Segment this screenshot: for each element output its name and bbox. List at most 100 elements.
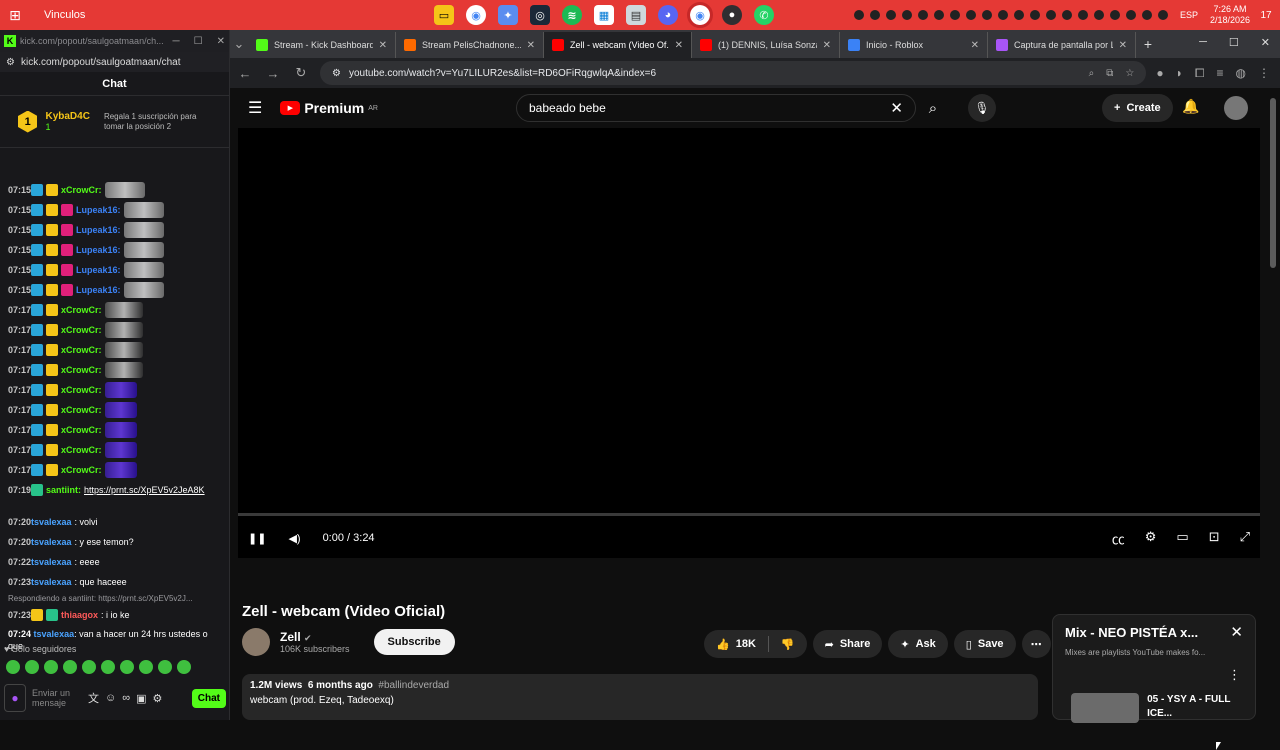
message-username[interactable]: xCrowCr: xyxy=(61,185,102,195)
message-username[interactable]: xCrowCr: xyxy=(61,325,102,335)
message-username[interactable]: xCrowCr: xyxy=(61,345,102,355)
gift-sub-prompt[interactable]: Regala 1 suscripción para tomar la posic… xyxy=(104,112,211,132)
emoji-icon[interactable]: ☺ xyxy=(105,692,116,704)
emote-icon[interactable] xyxy=(177,660,191,674)
obs-icon[interactable]: ● xyxy=(722,5,742,25)
mix-title[interactable]: Mix - NEO PISTÉA x... xyxy=(1065,625,1198,640)
message-username[interactable]: xCrowCr: xyxy=(61,445,102,455)
volume-icon[interactable]: ◀) xyxy=(288,532,300,545)
thumbs-down-icon[interactable]: 👎 xyxy=(781,638,795,651)
send-chat-button[interactable]: Chat xyxy=(191,688,226,708)
message-username[interactable]: xCrowCr: xyxy=(61,385,102,395)
tray-icon[interactable] xyxy=(1013,10,1024,20)
tray-icon[interactable] xyxy=(1061,10,1072,20)
close-tab-icon[interactable]: ✕ xyxy=(823,40,831,51)
emote-icon[interactable] xyxy=(158,660,172,674)
chat-input[interactable]: Enviar un mensaje xyxy=(32,688,82,708)
profile-avatar-icon[interactable]: ◍ xyxy=(1236,66,1246,81)
emote-icon[interactable] xyxy=(44,660,58,674)
channel-avatar[interactable] xyxy=(242,628,270,656)
site-settings-icon[interactable]: ⚙ xyxy=(6,57,15,68)
close-tab-icon[interactable]: ✕ xyxy=(971,40,979,51)
tray-icon[interactable] xyxy=(1141,10,1152,20)
captions-icon[interactable]: ㏄ xyxy=(1112,529,1125,548)
back-icon[interactable]: ← xyxy=(236,66,254,81)
settings-icon[interactable]: ⚙ xyxy=(152,692,162,705)
browser-tab[interactable]: Inicio - Roblox ✕ xyxy=(840,32,988,58)
tray-icon[interactable] xyxy=(965,10,976,20)
close-tab-icon[interactable]: ✕ xyxy=(675,40,683,51)
browser-tab[interactable]: Stream PelisChadnone... ✕ xyxy=(396,32,544,58)
maximize-icon[interactable]: ☐ xyxy=(1229,36,1239,49)
emote-icon[interactable] xyxy=(63,660,77,674)
chrome-active-icon[interactable]: ◉ xyxy=(687,2,713,28)
file-explorer-icon[interactable]: ▭ xyxy=(434,5,454,25)
pause-icon[interactable]: ❚❚ xyxy=(248,532,266,545)
bookmark-star-icon[interactable]: ☆ xyxy=(1125,68,1134,79)
message-username[interactable]: Lupeak16: xyxy=(76,205,121,215)
tray-icon[interactable] xyxy=(1045,10,1056,20)
message-username[interactable]: santiint: xyxy=(46,485,81,495)
forward-icon[interactable]: → xyxy=(264,66,282,81)
tray-icon[interactable] xyxy=(869,10,880,20)
menu-icon[interactable]: ☰ xyxy=(248,98,262,118)
message-username[interactable]: Lupeak16: xyxy=(76,245,121,255)
message-username[interactable]: Lupeak16: xyxy=(76,285,121,295)
steam-icon[interactable]: ◎ xyxy=(530,5,550,25)
browser-tab[interactable]: (1) DENNIS, Luísa Sonza, Em... ✕ xyxy=(692,32,840,58)
message-username[interactable]: xCrowCr: xyxy=(61,405,102,415)
emote-icon[interactable] xyxy=(101,660,115,674)
minimize-icon[interactable]: ─ xyxy=(1199,36,1207,49)
chrome-icon[interactable]: ◉ xyxy=(466,5,486,25)
new-tab-button[interactable]: + xyxy=(1136,36,1160,52)
ask-button[interactable]: ✦ Ask xyxy=(888,630,948,658)
message-username[interactable]: xCrowCr: xyxy=(61,305,102,315)
search-input[interactable]: babeado bebe xyxy=(529,101,606,115)
extension-icon[interactable]: ◗ xyxy=(1176,66,1183,81)
store-icon[interactable]: ▦ xyxy=(594,5,614,25)
discord-icon[interactable]: ◕ xyxy=(658,5,678,25)
channel-name[interactable]: Zell ✔ xyxy=(280,630,350,644)
progress-bar[interactable] xyxy=(238,513,1260,516)
copilot-icon[interactable]: ✦ xyxy=(498,5,518,25)
emote-icon[interactable] xyxy=(6,660,20,674)
tray-icon[interactable] xyxy=(1093,10,1104,20)
language-indicator[interactable]: ESP xyxy=(1180,10,1198,20)
minimize-icon[interactable]: ─ xyxy=(173,36,180,47)
message-username[interactable]: tsvalexaa xyxy=(31,537,72,547)
translate-icon[interactable]: 文 xyxy=(88,690,99,706)
media-icon[interactable]: ≡ xyxy=(1217,66,1224,81)
message-username[interactable]: xCrowCr: xyxy=(61,365,102,375)
emote-icon[interactable] xyxy=(120,660,134,674)
tray-icon[interactable] xyxy=(853,10,864,20)
start-menu-icon[interactable]: ⊞ xyxy=(0,0,30,30)
create-button[interactable]: + Create xyxy=(1102,94,1173,122)
message-username[interactable]: Lupeak16: xyxy=(76,265,121,275)
cast-icon[interactable]: ⊡ xyxy=(1209,529,1220,548)
youtube-logo[interactable]: ▶ Premium AR xyxy=(280,100,378,116)
message-link[interactable]: https://prnt.sc/XpEV5v2JeA8K xyxy=(84,485,205,495)
tray-icon[interactable] xyxy=(997,10,1008,20)
close-tab-icon[interactable]: ✕ xyxy=(1119,40,1127,51)
browser-tab[interactable]: Stream - Kick Dashboard ✕ xyxy=(248,32,396,58)
voice-search-icon[interactable]: 🎙 xyxy=(968,94,996,122)
message-username[interactable]: xCrowCr: xyxy=(61,465,102,475)
whatsapp-icon[interactable]: ✆ xyxy=(754,5,774,25)
leader-name[interactable]: KybaD4C xyxy=(45,111,89,122)
tray-icon[interactable] xyxy=(949,10,960,20)
share-button[interactable]: ➦ Share xyxy=(812,630,883,658)
message-username[interactable]: xCrowCr: xyxy=(61,425,102,435)
tab-search-icon[interactable]: ⌄ xyxy=(230,36,248,52)
browser-tab[interactable]: Captura de pantalla por Lig... ✕ xyxy=(988,32,1136,58)
reload-icon[interactable]: ↻ xyxy=(292,65,310,81)
emote-icon[interactable] xyxy=(139,660,153,674)
notifications-bell-icon[interactable]: 🔔 xyxy=(1182,98,1199,115)
reply-context[interactable]: Respondiendo a santiint: https://prnt.sc… xyxy=(0,592,229,605)
message-username[interactable]: tsvalexaa xyxy=(34,629,75,639)
gift-icon[interactable]: ▣ xyxy=(136,692,146,705)
avatar[interactable] xyxy=(1224,96,1248,120)
hashtag[interactable]: #ballindeverdad xyxy=(378,680,449,691)
install-icon[interactable]: ⧉ xyxy=(1106,68,1113,79)
message-username[interactable]: tsvalexaa xyxy=(31,517,72,527)
fullscreen-icon[interactable]: ⤢ xyxy=(1240,529,1250,548)
